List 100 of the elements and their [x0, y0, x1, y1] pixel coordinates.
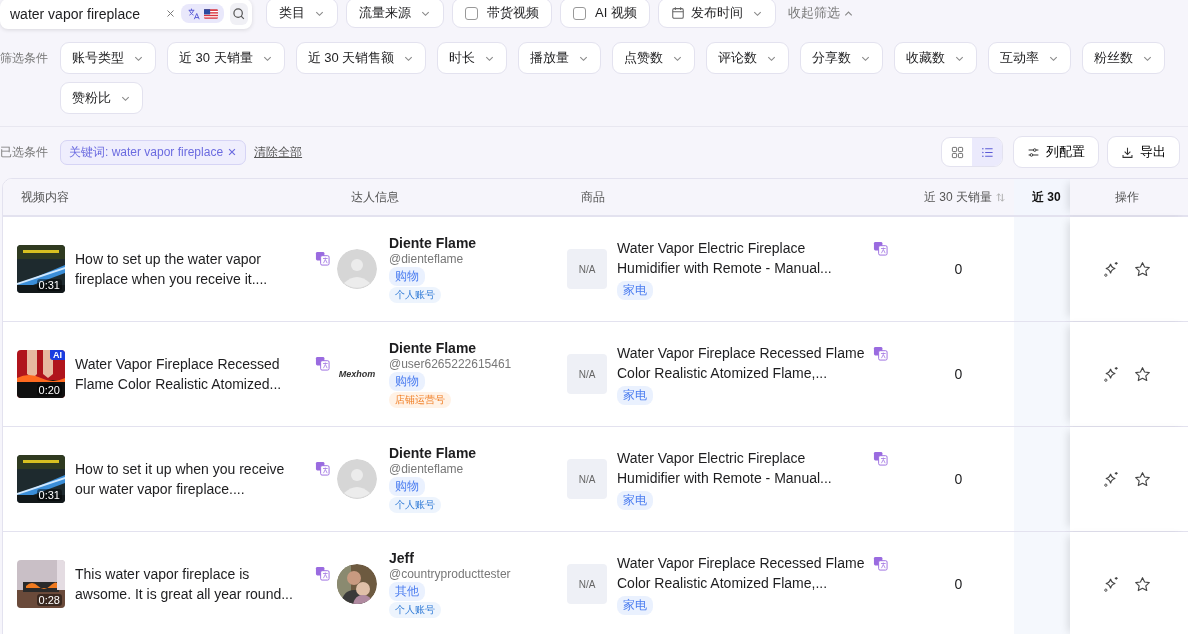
sparkle-icon[interactable] [1103, 260, 1120, 278]
creator-name[interactable]: Diente Flame [389, 445, 477, 461]
video-duration: 0:31 [36, 489, 62, 501]
translate-icon[interactable] [873, 241, 888, 256]
column-header: 商品 [581, 188, 605, 206]
column-header: 操作 [1115, 188, 1139, 206]
date-dropdown[interactable]: 发布时间 [657, 0, 776, 28]
filter-dropdown[interactable]: 点赞数 [612, 42, 696, 74]
checkbox[interactable] [465, 6, 478, 20]
creator-tag: 个人账号 [389, 497, 441, 513]
filter-dropdown[interactable]: 类目 [266, 0, 338, 28]
filter-dropdown[interactable]: 分享数 [800, 42, 884, 74]
video-duration: 0:20 [36, 384, 62, 396]
translate-icon[interactable] [873, 346, 888, 361]
sparkle-icon[interactable] [1103, 470, 1120, 488]
category-tag: 家电 [617, 281, 653, 300]
download-icon [1121, 145, 1134, 159]
category-tag: 家电 [617, 491, 653, 510]
filter-dropdown[interactable]: 近 30 天销量 [167, 42, 285, 74]
column-header: 视频内容 [21, 188, 69, 206]
no-image-label: N/A [578, 368, 596, 380]
grid-icon [950, 145, 964, 159]
no-image-label: N/A [578, 473, 596, 485]
column-settings-button[interactable]: 列配置 [1013, 136, 1099, 168]
filter-dropdown[interactable]: 时长 [437, 42, 508, 74]
sparkle-icon[interactable] [1103, 575, 1120, 593]
creator-handle: @dienteflame [389, 462, 464, 476]
filter-checkbox[interactable]: 带货视频 [452, 0, 552, 28]
sales-value: 0 [954, 576, 963, 592]
search-input[interactable]: water vapor fireplace [10, 5, 160, 22]
column-header: 近 30 [1032, 188, 1061, 206]
filter-dropdown[interactable]: 账号类型 [60, 42, 156, 74]
flag-icon [204, 8, 218, 19]
avatar-placeholder-icon [337, 249, 377, 289]
creator-handle: @countryproducttester [389, 567, 511, 581]
star-icon[interactable] [1134, 260, 1151, 278]
list-view-button[interactable] [972, 138, 1002, 166]
export-button[interactable]: 导出 [1107, 136, 1180, 168]
calendar-icon [670, 6, 685, 20]
no-image-label: N/A [578, 263, 596, 275]
video-title[interactable]: How to set it up when you receive our water vapor fireplace.... [75, 459, 305, 499]
creator-handle: @user6265222615461 [389, 357, 512, 371]
search-field[interactable]: water vapor fireplace [0, 0, 252, 29]
translate-toggle[interactable] [181, 4, 224, 23]
creator-tag: 购物 [389, 477, 425, 496]
video-duration: 0:28 [36, 594, 62, 606]
filter-dropdown[interactable]: 互动率 [988, 42, 1072, 74]
filter-checkbox[interactable]: AI 视频 [560, 0, 650, 28]
star-icon[interactable] [1134, 470, 1151, 488]
video-title[interactable]: This water vapor fireplace is awsome. It is great all year round... [75, 564, 305, 604]
translate-icon[interactable] [315, 566, 330, 581]
filter-dropdown[interactable]: 播放量 [518, 42, 602, 74]
video-title[interactable]: How to set up the water vapor fireplace when you receive it.... [75, 249, 305, 289]
collapse-filters-link[interactable]: 收起筛选 [783, 4, 858, 22]
sliders-icon [1027, 145, 1040, 159]
translate-icon[interactable] [315, 356, 330, 371]
filter-dropdown[interactable]: 赞粉比 [60, 82, 143, 114]
checkbox[interactable] [573, 6, 586, 20]
sparkle-icon[interactable] [1103, 365, 1120, 383]
sales-value: 0 [954, 261, 963, 277]
avatar-placeholder-icon [337, 459, 377, 499]
category-tag: 家电 [617, 386, 653, 405]
sales-value: 0 [954, 471, 963, 487]
filter-dropdown[interactable]: 评论数 [706, 42, 790, 74]
creator-tag: 个人账号 [389, 602, 441, 618]
filter-dropdown[interactable]: 收藏数 [894, 42, 978, 74]
sales-value: 0 [954, 366, 963, 382]
video-duration: 0:31 [36, 279, 62, 291]
product-title[interactable]: Water Vapor Electric Fireplace Humidifier with Remote - Manual... [617, 448, 832, 488]
filter-label: 筛选条件 [0, 50, 49, 67]
selected-label: 已选条件 [0, 144, 49, 161]
creator-tag: 购物 [389, 267, 425, 286]
filter-dropdown[interactable]: 粉丝数 [1082, 42, 1166, 74]
search-button[interactable] [230, 2, 248, 25]
product-title[interactable]: Water Vapor Fireplace Recessed Flame Color Realistic Atomized Flame,... [617, 343, 865, 383]
translate-icon[interactable] [873, 451, 888, 466]
translate-icon[interactable] [315, 251, 330, 266]
view-toggle[interactable] [941, 137, 1003, 167]
product-title[interactable]: Water Vapor Fireplace Recessed Flame Color Realistic Atomized Flame,... [617, 553, 865, 593]
product-title[interactable]: Water Vapor Electric Fireplace Humidifier with Remote - Manual... [617, 238, 832, 278]
no-image-label: N/A [578, 578, 596, 590]
keyword-chip[interactable]: 关键词: water vapor fireplace [60, 139, 247, 165]
list-icon [980, 145, 994, 159]
creator-name[interactable]: Jeff [389, 550, 414, 566]
column-header: 达人信息 [351, 188, 399, 206]
star-icon[interactable] [1134, 365, 1151, 383]
translate-icon[interactable] [315, 461, 330, 476]
filter-dropdown[interactable]: 流量来源 [346, 0, 444, 28]
star-icon[interactable] [1134, 575, 1151, 593]
translate-icon[interactable] [873, 556, 888, 571]
clear-icon[interactable] [166, 8, 175, 19]
clear-all-link[interactable]: 清除全部 [254, 143, 303, 161]
video-title[interactable]: Water Vapor Fireplace Recessed Flame Color Realistic Atomized... [75, 354, 305, 394]
creator-name[interactable]: Diente Flame [389, 235, 477, 251]
creator-tag: 购物 [389, 372, 425, 391]
creator-tag: 个人账号 [389, 287, 441, 303]
creator-name[interactable]: Diente Flame [389, 340, 477, 356]
filter-dropdown[interactable]: 近 30 天销售额 [295, 42, 427, 74]
creator-tag: 其他 [389, 582, 425, 601]
close-icon[interactable] [227, 147, 238, 157]
